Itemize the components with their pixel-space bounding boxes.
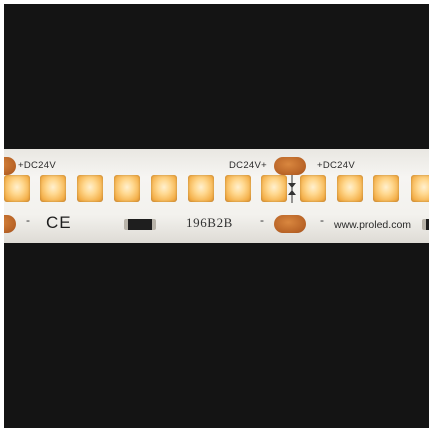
polarity-label: DC24V+ xyxy=(229,160,267,171)
led-chip xyxy=(373,175,399,202)
resistor xyxy=(422,219,429,230)
minus-sign: - xyxy=(320,213,324,227)
cut-mark-icon xyxy=(288,175,296,203)
polarity-label: +DC24V xyxy=(18,160,56,171)
led-chip xyxy=(151,175,177,202)
led-chip xyxy=(225,175,251,202)
led-chip xyxy=(114,175,140,202)
minus-sign: - xyxy=(260,213,264,227)
led-chip xyxy=(40,175,66,202)
led-chip xyxy=(4,175,30,202)
led-chip xyxy=(77,175,103,202)
solder-pad xyxy=(274,215,306,233)
ce-mark: CE xyxy=(46,213,72,232)
solder-pad xyxy=(274,157,306,175)
solder-pad xyxy=(4,215,16,233)
resistor xyxy=(124,219,156,230)
polarity-label: +DC24V xyxy=(317,160,355,171)
solder-pad xyxy=(4,157,16,175)
led-chip xyxy=(300,175,326,202)
product-code: 196B2B xyxy=(186,215,233,230)
led-chip xyxy=(337,175,363,202)
led-chip xyxy=(261,175,287,202)
product-photo: +DC24V - DC24V+ +DC24V CE 196B2B - - www… xyxy=(4,4,429,428)
minus-sign: - xyxy=(26,213,30,227)
led-chip xyxy=(188,175,214,202)
led-strip: +DC24V - DC24V+ +DC24V CE 196B2B - - www… xyxy=(4,149,429,243)
brand-url: www.proled.com xyxy=(334,219,412,231)
led-chip xyxy=(411,175,429,202)
